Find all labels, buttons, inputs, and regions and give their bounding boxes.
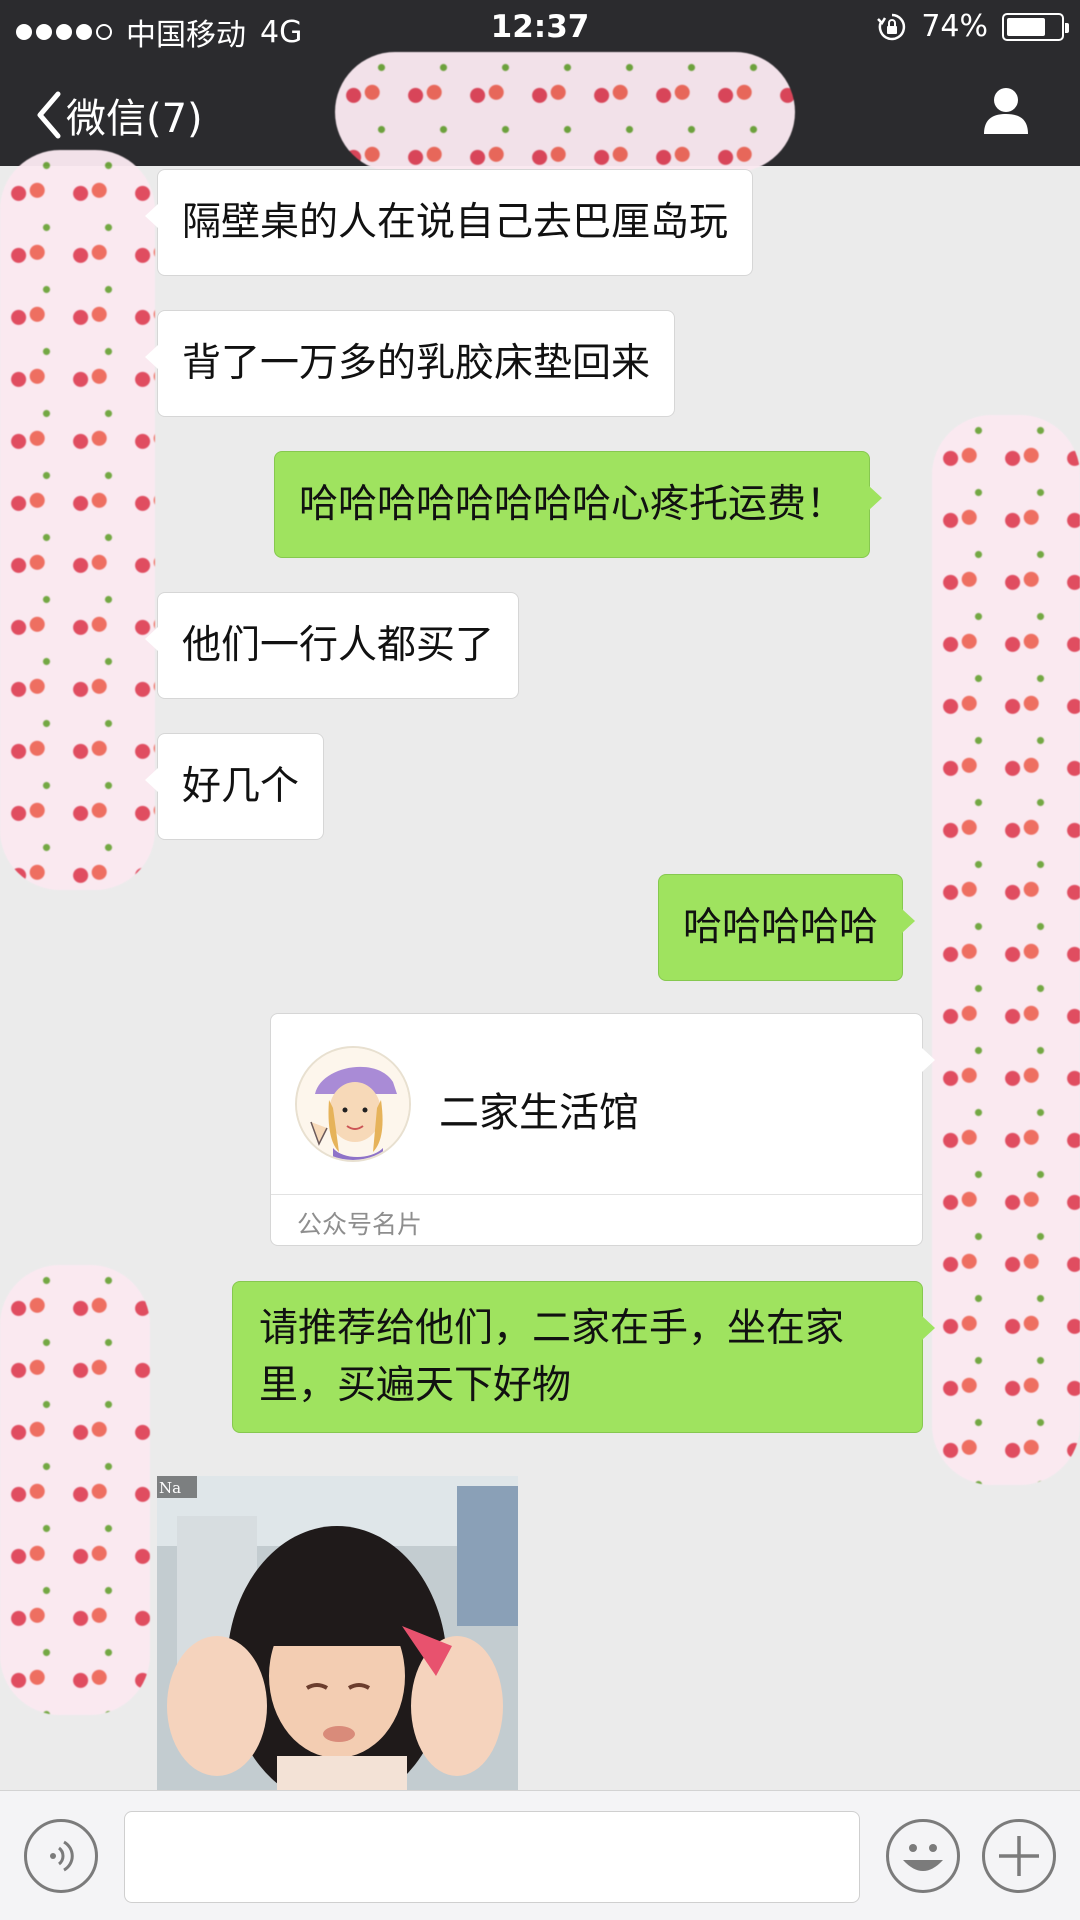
message-bubble-incoming[interactable]: 好几个 (144, 733, 325, 840)
message-bubble-incoming[interactable]: 他们一行人都买了 (144, 592, 520, 699)
plus-icon (999, 1836, 1039, 1876)
rotation-lock-icon (877, 13, 906, 40)
battery-percent: 74% (921, 9, 988, 44)
message-bubble-outgoing[interactable]: 哈哈哈哈哈哈哈哈心疼托运费！ (274, 451, 883, 558)
status-bar: 中国移动 4G 12:37 74% (0, 0, 1080, 56)
redaction-title (335, 52, 795, 172)
message-bubble-incoming[interactable]: 背了一万多的乳胶床垫回来 (144, 310, 676, 417)
emoji-button[interactable] (886, 1819, 960, 1893)
status-right: 74% (877, 9, 1069, 44)
chat-info-button[interactable] (980, 84, 1032, 140)
photo-message[interactable]: Na (157, 1476, 518, 1791)
message-input[interactable] (124, 1811, 860, 1903)
message-bubble-incoming[interactable]: 隔壁桌的人在说自己去巴厘岛玩 (144, 169, 754, 276)
card-type-label: 公众号名片 (297, 1210, 423, 1239)
account-avatar (295, 1046, 411, 1162)
input-bar (0, 1790, 1080, 1920)
back-button[interactable]: 微信(7) (34, 86, 203, 144)
card-divider (271, 1194, 922, 1195)
voice-icon (50, 1840, 74, 1872)
redaction-right-avatars (932, 415, 1080, 1485)
smiley-icon (903, 1844, 943, 1871)
back-label: 微信(7) (66, 96, 203, 142)
account-name: 二家生活馆 (439, 1090, 639, 1136)
redaction-left-avatars (0, 150, 155, 890)
battery-icon (1002, 12, 1069, 41)
photo-watermark: Na (159, 1479, 181, 1497)
chevron-left-icon (37, 91, 61, 139)
child-photo-image: Na (157, 1476, 518, 1791)
voice-input-button[interactable] (24, 1819, 98, 1893)
message-bubble-outgoing[interactable]: 请推荐给他们，二家在手，坐在家里，买遍天下好物 (232, 1281, 935, 1433)
redaction-left-bottom (0, 1265, 150, 1715)
person-icon (984, 88, 1028, 134)
official-account-card[interactable]: 二家生活馆 公众号名片 (270, 1013, 935, 1246)
more-options-button[interactable] (982, 1819, 1056, 1893)
message-bubble-outgoing[interactable]: 哈哈哈哈哈 (658, 874, 916, 981)
